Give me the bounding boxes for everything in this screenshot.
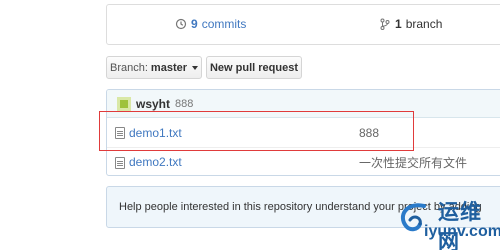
branch-count: 1	[395, 17, 402, 31]
avatar[interactable]	[117, 96, 131, 111]
branch-name: master	[150, 61, 187, 74]
commits-link[interactable]: 9 commits	[175, 17, 246, 31]
branch-icon	[380, 18, 390, 30]
highlight-annotation-box	[99, 111, 414, 151]
repo-summary-bar: 9 commits 1 branch	[106, 4, 500, 45]
commits-count: 9	[191, 17, 198, 31]
branch-label: branch	[405, 17, 443, 31]
branch-select-button[interactable]: Branch: master	[106, 56, 202, 79]
caret-down-icon	[192, 65, 198, 70]
watermark: 运维网 iyunv.com	[396, 196, 500, 250]
history-icon	[175, 18, 187, 30]
commit-message[interactable]: 888	[175, 98, 193, 110]
commit-author[interactable]: wsyht	[136, 97, 170, 111]
commits-label: commits	[201, 17, 247, 31]
file-commit-message[interactable]: 一次性提交所有文件	[359, 154, 467, 171]
branch-prefix: Branch:	[110, 61, 148, 74]
file-row: demo2.txt 一次性提交所有文件	[107, 147, 500, 175]
branches-link[interactable]: 1 branch	[379, 17, 442, 31]
file-link[interactable]: demo2.txt	[129, 155, 182, 169]
watermark-en-text: iyunv.com	[424, 223, 500, 240]
file-icon	[115, 157, 125, 169]
new-pull-request-button[interactable]: New pull request	[206, 56, 302, 79]
